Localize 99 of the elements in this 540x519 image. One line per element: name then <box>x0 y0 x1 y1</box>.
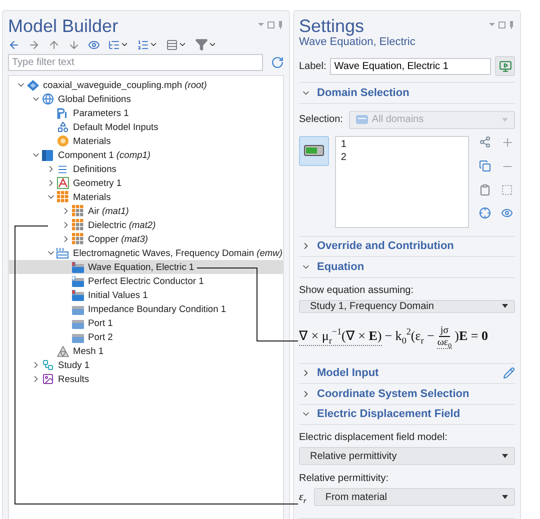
coil-icon <box>56 247 69 259</box>
down-arrow-icon[interactable] <box>68 38 80 50</box>
tree-item[interactable]: Geometry 1 <box>9 176 283 190</box>
switch-icon <box>304 145 324 156</box>
caret-icon <box>502 495 508 499</box>
mesh-triangle-icon <box>56 346 68 356</box>
equation-term: ∇ × μ$_{r}$$^{−1}$(∇ × E) <box>299 328 382 346</box>
rows-menu-icon[interactable] <box>166 38 187 50</box>
tree-item[interactable]: Global Definitions <box>9 92 283 106</box>
paste-icon[interactable] <box>479 184 491 196</box>
dots-grid-icon <box>72 219 84 231</box>
caret-icon <box>502 304 508 308</box>
eye-icon[interactable] <box>501 206 513 218</box>
tree-item[interactable]: Default Model Inputs <box>9 120 283 134</box>
study-dropdown[interactable]: Study 1, Frequency Domain <box>299 300 515 312</box>
pencil-icon[interactable] <box>503 367 515 380</box>
triangle-icon <box>56 177 68 189</box>
caret-icon <box>502 118 508 122</box>
tree-item[interactable]: Materials <box>9 190 283 204</box>
tree-item[interactable]: Definitions <box>9 162 283 176</box>
folder-icon <box>72 290 84 300</box>
field-label: Label: <box>299 60 326 72</box>
folder-icon <box>72 318 84 328</box>
eye-icon[interactable] <box>88 38 100 50</box>
dots-grid-icon <box>72 205 84 217</box>
monitor-icon <box>498 60 512 72</box>
panel-subtitle: Wave Equation, Electric <box>299 36 416 48</box>
field-dropdown[interactable]: From material <box>314 488 515 506</box>
tree-item[interactable]: Port 1 <box>9 316 283 330</box>
shapes-icon <box>56 121 68 133</box>
panel-title: Model Builder <box>8 15 118 37</box>
tree-item[interactable]: Parameters 1 <box>9 106 283 120</box>
field-label: Show equation assuming: <box>299 284 415 296</box>
dots-grid-icon <box>72 233 84 245</box>
label-button[interactable] <box>495 56 515 76</box>
section-header[interactable]: Electric Displacement Field <box>299 404 515 425</box>
globe-icon <box>42 93 54 105</box>
tree-item[interactable]: coaxial_waveguide_coupling.mph (root) <box>9 78 283 92</box>
section-header[interactable]: Model Input <box>299 364 515 384</box>
equation-term: − k$_{0}$$^{2}$(ε$_{r}$ − <box>384 328 434 345</box>
image-icon <box>42 373 54 385</box>
active-toggle-button[interactable] <box>299 136 329 166</box>
cube-icon <box>42 149 53 161</box>
refresh-icon[interactable] <box>271 56 284 69</box>
list-item[interactable]: 2 <box>340 152 463 162</box>
copy-icon[interactable] <box>479 160 491 172</box>
up-arrow-icon[interactable] <box>48 38 60 50</box>
folder-icon <box>72 304 84 314</box>
tree-item[interactable]: Air (mat1) <box>9 204 283 218</box>
list-item[interactable]: 1 <box>340 138 463 150</box>
field-label: Electric displacement field model: <box>299 432 448 443</box>
section-header[interactable]: Equation <box>299 257 515 278</box>
section-header[interactable]: Domain Selection <box>299 83 515 104</box>
folder-icon <box>72 262 84 272</box>
tree-item[interactable]: Dielectric (mat2) <box>9 218 283 232</box>
crosshair-icon[interactable] <box>479 206 491 218</box>
circle-icon <box>56 135 68 147</box>
folder-icon <box>72 276 84 286</box>
label-field[interactable]: Wave Equation, Electric 1 <box>330 58 491 74</box>
list-icon <box>57 164 68 174</box>
tree-item[interactable]: Electromagnetic Waves, Frequency Domain (emw) <box>9 246 283 260</box>
filter-menu-icon[interactable] <box>195 38 217 51</box>
diamond-icon <box>26 80 38 90</box>
back-arrow-icon[interactable] <box>8 38 20 50</box>
sort-menu-icon[interactable] <box>137 38 158 50</box>
window-controls-icon[interactable] <box>258 21 284 29</box>
fraction-numerator: jσ <box>439 324 450 336</box>
forward-arrow-icon[interactable] <box>28 38 40 50</box>
parameter-icon <box>57 108 68 118</box>
symbol-label: ε$_{r}$ <box>299 491 306 503</box>
domain-icon <box>356 115 368 124</box>
section-header[interactable]: Coordinate System Selection <box>299 384 515 404</box>
caret-icon <box>502 454 508 458</box>
panel-title: Settings <box>299 15 364 37</box>
section-header[interactable]: Override and Contribution <box>299 236 515 257</box>
flow-icon <box>42 359 54 371</box>
tree-item[interactable]: Initial Values 1 <box>9 288 283 302</box>
filter-field[interactable]: Type filter text <box>8 54 263 71</box>
window-controls-icon[interactable] <box>489 21 515 29</box>
tree-item[interactable]: Component 1 (comp1) <box>9 148 283 162</box>
tree-item[interactable]: Study 1 <box>9 358 283 372</box>
field-dropdown[interactable]: Relative permittivity <box>299 447 515 465</box>
fraction-denominator: ωε$_{0}$ <box>437 336 452 348</box>
tree-menu-icon[interactable] <box>108 38 129 50</box>
field-label: Relative permittivity: <box>299 473 390 484</box>
tree-item[interactable]: Wave Equation, Electric 1 <box>9 260 283 274</box>
selection-list[interactable]: 1 2 <box>334 136 469 228</box>
tree-item[interactable]: Perfect Electric Conductor 1 <box>9 274 283 288</box>
dots-grid-icon <box>56 191 68 203</box>
nodes-icon[interactable] <box>479 136 491 148</box>
tree-item[interactable]: Mesh 1 <box>9 344 283 358</box>
folder-icon <box>72 332 84 342</box>
tree-item[interactable]: Materials <box>9 134 283 148</box>
tree-item[interactable]: Results <box>9 372 283 386</box>
tree-item[interactable]: Copper (mat3) <box>9 232 283 246</box>
equation-term: )E = 0 <box>454 328 488 345</box>
tree-item[interactable]: Port 2 <box>9 330 283 344</box>
tree-item[interactable]: Impedance Boundary Condition 1 <box>9 302 283 316</box>
field-label: Selection: <box>299 114 343 125</box>
